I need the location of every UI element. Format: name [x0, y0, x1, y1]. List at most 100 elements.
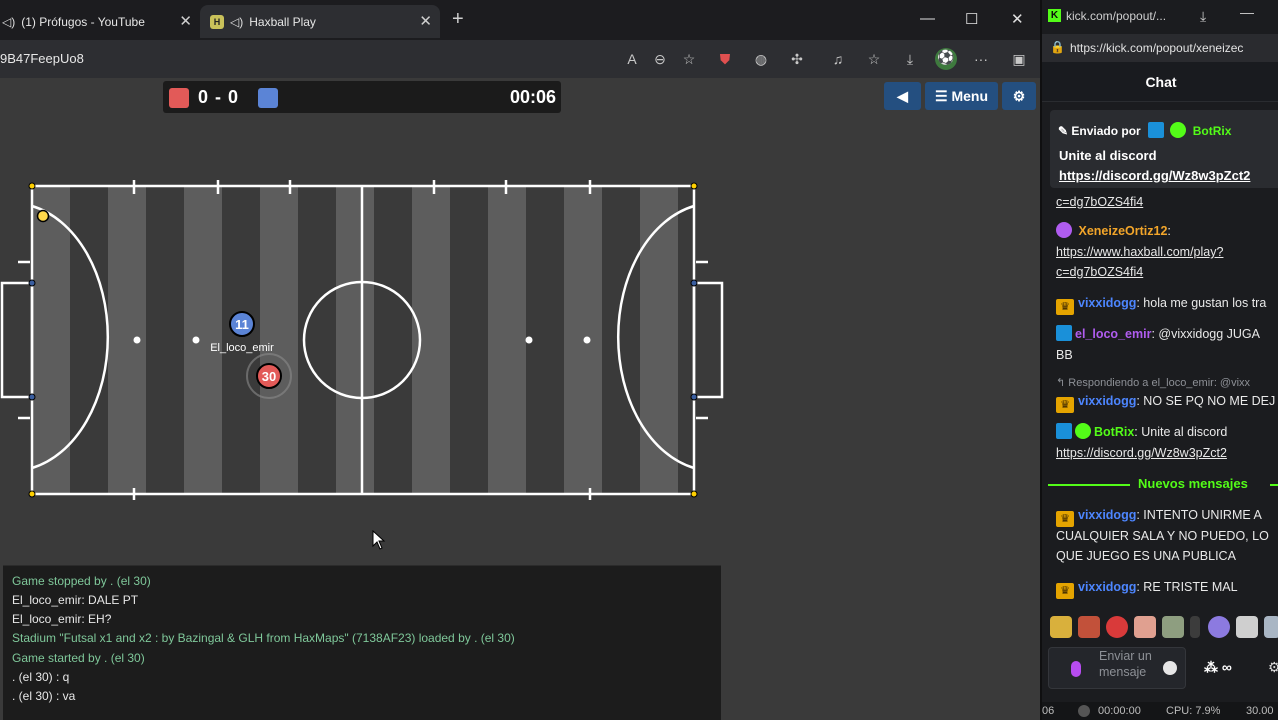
chat-input[interactable]: Enviar un mensaje — [1048, 647, 1186, 689]
chat-line: . (el 30) : va — [12, 689, 76, 703]
channel-points[interactable]: ⁂ ∞ — [1204, 659, 1232, 676]
red-team-square — [169, 88, 189, 108]
player-number: 11 — [235, 317, 249, 332]
rec-time: 00:00:00 — [1098, 705, 1141, 717]
crown-badge-icon: ♛ — [1056, 299, 1074, 315]
popout-url[interactable]: https://kick.com/popout/xeneizec — [1070, 41, 1243, 55]
record-icon — [1078, 705, 1090, 717]
chat-username[interactable]: vixxidogg — [1078, 580, 1136, 594]
emote-icon[interactable] — [1078, 616, 1100, 638]
chat-header: Chat — [1042, 62, 1278, 102]
popout-titlebar: K kick.com/popout/... ⤓ — — [1042, 0, 1278, 34]
chat-message: el_loco_emir: @vixxidogg JUGA — [1056, 324, 1260, 344]
speaker-icon: ◁) — [2, 14, 16, 29]
profile-avatar[interactable]: ⚽ — [935, 48, 957, 70]
chat-message: BotRix: Unite al discord — [1056, 422, 1227, 442]
mouse-cursor-icon — [372, 530, 386, 550]
speaker-icon: ◀ — [897, 87, 908, 104]
obs-status-bar: 06 00:00:00 CPU: 7.9% 30.00 — [1042, 702, 1278, 720]
more-menu-icon[interactable]: ··· — [972, 50, 990, 68]
crown-badge-icon: ♛ — [1056, 511, 1074, 527]
sidebar-toggle-icon[interactable]: ▣ — [1010, 50, 1028, 68]
mic-icon[interactable] — [1071, 661, 1081, 677]
chat-username[interactable]: vixxidogg — [1078, 296, 1136, 310]
minimize-button[interactable]: — — [1240, 4, 1254, 20]
tab-youtube[interactable]: ◁) (1) Prófugos - YouTube ✕ — [0, 5, 200, 38]
emote-icon[interactable] — [1162, 616, 1184, 638]
chat-title: Chat — [1145, 74, 1177, 90]
chat-username[interactable]: XeneizeOrtiz12 — [1078, 224, 1167, 238]
chat-message: ♛ vixxidogg: INTENTO UNIRME A — [1056, 505, 1262, 527]
chat-line: Game started by . (el 30) — [12, 651, 145, 665]
cpu-usage: CPU: 7.9% — [1166, 705, 1221, 717]
pinned-sender[interactable]: BotRix — [1193, 124, 1232, 138]
tab-title: (1) Prófugos - YouTube — [21, 14, 145, 29]
kick-favicon-icon: K — [1048, 9, 1061, 22]
translate-icon[interactable]: A — [623, 50, 641, 68]
favorites-icon[interactable]: ☆ — [865, 50, 883, 68]
chat-message-cont: QUE JUEGO ES UNA PUBLICA — [1056, 549, 1236, 563]
sound-button[interactable]: ◀ — [884, 82, 921, 110]
futsal-field: 11 El_loco_emir 30 — [0, 172, 740, 512]
blue-team-square — [258, 88, 278, 108]
emote-icon[interactable] — [1106, 616, 1128, 638]
emote-icon[interactable] — [1208, 616, 1230, 638]
chat-username[interactable]: vixxidogg — [1078, 508, 1136, 522]
menu-button[interactable]: ☰ Menu — [925, 82, 998, 110]
verified-badge-icon — [1075, 423, 1091, 439]
speaker-icon: ◁) — [230, 14, 244, 29]
close-tab-icon[interactable]: ✕ — [419, 12, 432, 30]
pin-icon: ✎ — [1058, 124, 1072, 138]
pinned-link[interactable]: https://discord.gg/Wz8w3pZct2 — [1059, 168, 1250, 183]
bot-badge-icon — [1148, 122, 1165, 138]
extension-globe-icon[interactable]: ◍ — [752, 50, 770, 68]
emote-icon[interactable] — [1050, 616, 1072, 638]
tab-haxball[interactable]: H ◁) Haxball Play ✕ — [200, 5, 440, 38]
chat-link: c=dg7bOZS4fi4 — [1056, 265, 1144, 279]
score-text: 0 - 0 — [198, 87, 240, 107]
chat-settings-gear-icon[interactable]: ⚙ — [1268, 659, 1278, 676]
moderator-badge-icon — [1056, 325, 1072, 341]
chat-line: . (el 30) : q — [12, 670, 70, 684]
extension-shield-icon[interactable]: ⛊ — [716, 50, 734, 68]
new-messages-divider: Nuevos mensajes — [1048, 476, 1278, 492]
match-timer: 00:06 — [509, 87, 556, 107]
new-tab-button[interactable]: + — [452, 8, 464, 31]
emote-icon[interactable] — [1264, 616, 1278, 638]
emote-icon[interactable] — [1236, 616, 1258, 638]
chat-line: Stadium "Futsal x1 and x2 : by Bazingal … — [12, 631, 515, 645]
zoom-icon[interactable]: ⊖ — [651, 50, 669, 68]
downloads-icon[interactable]: ⤓ — [901, 50, 919, 68]
chat-message: ♛ vixxidogg: RE TRISTE MAL — [1056, 577, 1238, 599]
address-bar: 9B47FeepUo8 A ⊖ ☆ ⛊ ◍ ✣ ♫ ☆ ⤓ ⚽ ··· ▣ — [0, 40, 1040, 78]
chat-username[interactable]: vixxidogg — [1078, 394, 1136, 408]
extensions-puzzle-icon[interactable]: ✣ — [788, 50, 806, 68]
chat-link: https://www.haxball.com/play? — [1056, 245, 1224, 259]
url-field[interactable]: 9B47FeepUo8 — [0, 51, 84, 66]
close-window-button[interactable]: ✕ — [1011, 10, 1024, 28]
left-browser-window: ◁) (1) Prófugos - YouTube ✕ H ◁) Haxball… — [0, 0, 1040, 720]
chat-username[interactable]: BotRix — [1094, 425, 1134, 439]
favorite-star-icon[interactable]: ☆ — [680, 50, 698, 68]
player-number: 30 — [262, 369, 276, 384]
reply-context: ↰ Respondiendo a el_loco_emir: @vixx — [1056, 377, 1251, 389]
verified-badge-icon — [1170, 122, 1187, 138]
close-tab-icon[interactable]: ✕ — [179, 12, 192, 30]
maximize-button[interactable]: ☐ — [965, 10, 978, 28]
crown-badge-icon: ♛ — [1056, 397, 1074, 413]
chat-link: https://discord.gg/Wz8w3pZct2 — [1056, 446, 1227, 460]
game-controls: ◀ ☰ Menu ⚙ — [884, 82, 1036, 110]
haxball-game-area: 0 - 0 00:06 ◀ ☰ Menu ⚙ 11 El_loco_emir 3… — [0, 78, 1040, 720]
emote-icon[interactable] — [1134, 616, 1156, 638]
emoji-picker-icon[interactable] — [1163, 661, 1177, 675]
chat-username[interactable]: el_loco_emir — [1075, 327, 1151, 341]
gear-icon: ⚙ — [1012, 87, 1026, 104]
minimize-button[interactable]: — — [920, 10, 935, 27]
pinned-meta: ✎ Enviado por BotRix — [1058, 122, 1232, 138]
downloads-icon[interactable]: ⤓ — [1200, 8, 1206, 25]
emote-icon[interactable] — [1190, 616, 1200, 638]
ball — [36, 209, 50, 223]
settings-button[interactable]: ⚙ — [1002, 82, 1036, 110]
pinned-text: Unite al discord — [1059, 148, 1157, 163]
media-control-icon[interactable]: ♫ — [829, 50, 847, 68]
